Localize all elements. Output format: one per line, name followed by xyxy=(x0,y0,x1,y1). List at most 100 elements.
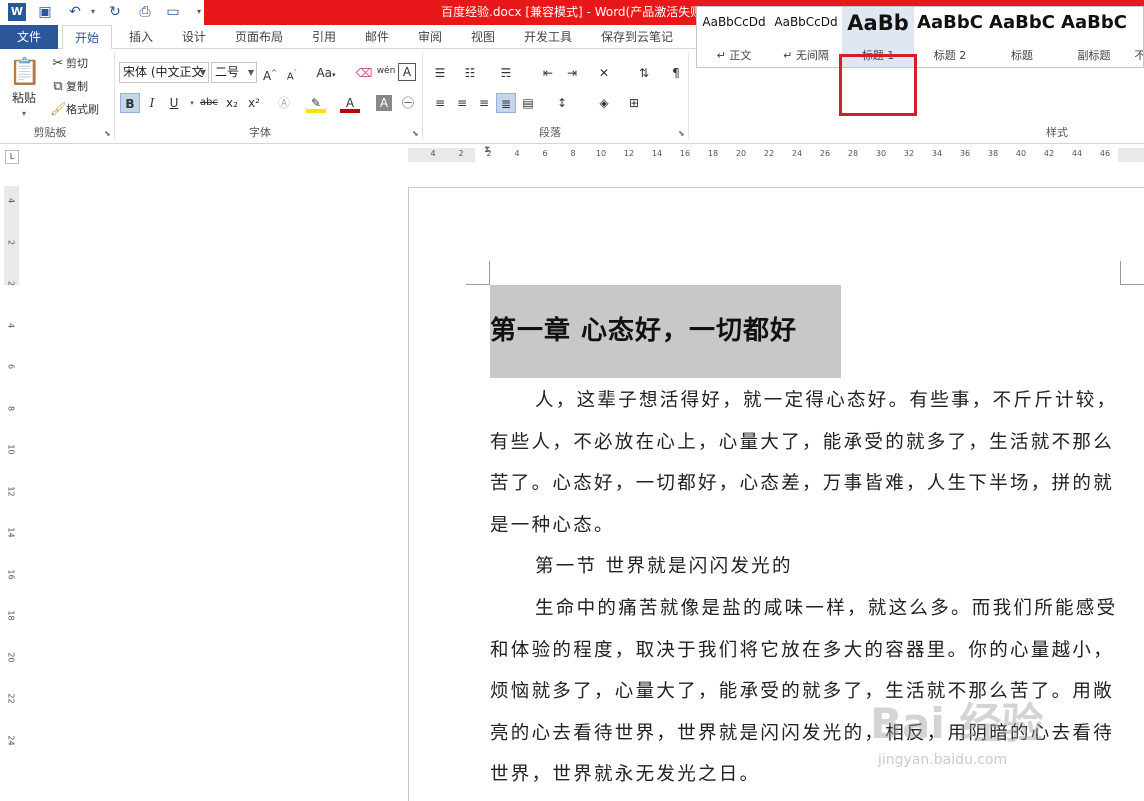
font-size-value: 二号 xyxy=(215,65,240,79)
ruler-tick-label: 20 xyxy=(735,149,747,158)
font-size-combo[interactable]: 二号 ▼ xyxy=(211,62,257,83)
highlight-color-icon[interactable]: ✎ xyxy=(306,93,326,113)
bullets-icon[interactable]: ☰ xyxy=(430,63,450,83)
tab-selector-icon[interactable]: L xyxy=(5,150,19,164)
tab-file[interactable]: 文件 xyxy=(0,25,58,49)
style-name: ↵ 正文 xyxy=(716,49,752,62)
font-group-label: 字体 xyxy=(249,126,271,139)
undo-icon[interactable]: ↶ xyxy=(66,3,84,21)
save-icon[interactable]: ▣ xyxy=(36,3,54,21)
increase-indent-icon[interactable]: ⇥ xyxy=(562,63,582,83)
paragraph-launcher-icon[interactable]: ⬊ xyxy=(678,129,685,138)
format-painter-button[interactable]: 🖌格式刷 xyxy=(50,101,99,119)
cut-button[interactable]: ✂ 剪切 xyxy=(50,55,88,73)
numbering-icon[interactable]: ☷ xyxy=(460,63,480,83)
chinese-layout-icon[interactable]: ✕ xyxy=(594,63,614,83)
style-more[interactable]: 不 xyxy=(1130,7,1144,67)
ruler-tick-label: 30 xyxy=(875,149,887,158)
ruler-tick-label: 18 xyxy=(6,610,16,621)
tab-page-layout[interactable]: 页面布局 xyxy=(228,25,290,49)
text-effects-icon[interactable]: Ⓐ xyxy=(274,93,294,113)
justify-icon[interactable]: ≣ xyxy=(496,93,516,113)
borders-icon[interactable]: ⊞ xyxy=(624,93,644,113)
sort-icon[interactable]: ⇅ xyxy=(634,63,654,83)
clear-formatting-icon[interactable]: ⌫ xyxy=(354,63,374,83)
cut-label: 剪切 xyxy=(66,57,88,70)
tab-home[interactable]: 开始 xyxy=(62,25,112,50)
line-spacing-icon[interactable]: ↕ xyxy=(552,93,572,113)
style-name-text: 标题 2 xyxy=(933,49,967,62)
body-paragraph[interactable]: 人，这辈子想活得好，就一定得心态好。有些事，不斤斤计较，有些人，不必放在心上，心… xyxy=(490,380,1120,546)
ruler-tick-label: 12 xyxy=(623,149,635,158)
print-preview-icon[interactable]: ⎙ xyxy=(136,3,154,21)
show-marks-icon[interactable]: ¶ xyxy=(666,63,686,83)
shading-icon[interactable]: ◈ xyxy=(594,93,614,113)
bold-button[interactable]: B xyxy=(120,93,140,113)
chevron-down-icon: ▼ xyxy=(199,68,206,77)
ruler-tick-label: 20 xyxy=(6,651,16,663)
italic-button[interactable]: I xyxy=(142,93,162,113)
change-case-label: Aa xyxy=(316,66,333,80)
tab-insert[interactable]: 插入 xyxy=(122,25,160,49)
paste-icon[interactable]: 📋 xyxy=(8,55,42,89)
tab-developer[interactable]: 开发工具 xyxy=(517,25,579,49)
indent-marker-icon[interactable]: ⧗ xyxy=(484,145,490,155)
chapter-heading[interactable]: 第一章 心态好，一切都好 xyxy=(490,310,841,347)
section-heading[interactable]: 第一节 世界就是闪闪发光的 xyxy=(490,546,1120,588)
ruler-tick-label: 4 xyxy=(514,149,520,158)
style-title[interactable]: AaBbC 标题 xyxy=(986,7,1058,67)
ruler-tick-label: 6 xyxy=(6,363,16,370)
undo-dropdown-icon[interactable]: ▾ xyxy=(84,3,102,21)
tab-review[interactable]: 审阅 xyxy=(411,25,449,49)
new-document-icon[interactable]: ▭ xyxy=(164,3,182,21)
superscript-button[interactable]: x² xyxy=(244,93,264,113)
style-name-text: 无间隔 xyxy=(795,49,829,62)
word-logo-icon: W xyxy=(8,3,26,21)
style-name-text: 正文 xyxy=(729,49,752,62)
ruler-tick-label: 44 xyxy=(1071,149,1083,158)
tab-references[interactable]: 引用 xyxy=(305,25,343,49)
distributed-icon[interactable]: ▤ xyxy=(518,93,538,113)
align-center-icon[interactable]: ≡ xyxy=(452,93,472,113)
ruler-tick-label: 8 xyxy=(6,405,16,411)
style-normal[interactable]: AaBbCcDd ↵ 正文 xyxy=(698,7,770,67)
tab-cloud-notes[interactable]: 保存到云笔记 xyxy=(594,25,680,49)
font-name-combo[interactable]: 宋体 (中文正文 ▼ xyxy=(119,62,209,83)
phonetic-guide-icon[interactable]: wén xyxy=(376,61,396,81)
strikethrough-button[interactable]: abc xyxy=(198,93,220,113)
copy-button[interactable]: ⧉ 复制 xyxy=(50,78,88,96)
decrease-indent-icon[interactable]: ⇤ xyxy=(538,63,558,83)
character-border-icon[interactable]: A xyxy=(398,63,416,81)
redo-icon[interactable]: ↻ xyxy=(106,3,124,21)
ruler-tick-label: 10 xyxy=(595,149,607,158)
align-right-icon[interactable]: ≡ xyxy=(474,93,494,113)
ruler-tick-label: 14 xyxy=(6,527,16,538)
character-shading-icon[interactable]: A xyxy=(376,95,392,111)
ruler-tick-label: 26 xyxy=(819,149,831,158)
ruler-tick-label: 4 xyxy=(6,197,16,204)
style-heading-2[interactable]: AaBbC 标题 2 xyxy=(914,7,986,67)
underline-button[interactable]: U xyxy=(164,93,184,113)
style-name-text: 不 xyxy=(1130,47,1144,63)
grow-font-icon[interactable]: A^ xyxy=(260,63,280,83)
ruler-tick-label: 22 xyxy=(6,693,16,704)
tab-view[interactable]: 视图 xyxy=(464,25,502,49)
font-color-icon[interactable]: A xyxy=(340,93,360,113)
tab-design[interactable]: 设计 xyxy=(175,25,213,49)
enclose-characters-icon[interactable]: ㊀ xyxy=(398,93,418,113)
subscript-button[interactable]: x₂ xyxy=(222,93,242,113)
style-subtitle[interactable]: AaBbC 副标题 xyxy=(1058,7,1130,67)
align-left-icon[interactable]: ≡ xyxy=(430,93,450,113)
clipboard-launcher-icon[interactable]: ⬊ xyxy=(104,129,111,138)
paste-dropdown-icon[interactable]: ▾ xyxy=(22,105,26,123)
shrink-font-icon[interactable]: Aˇ xyxy=(282,63,302,83)
tab-mailings[interactable]: 邮件 xyxy=(358,25,396,49)
ruler-tick-label: 4 xyxy=(430,149,436,158)
change-case-button[interactable]: Aa▾ xyxy=(312,63,340,83)
ruler-tick-label: 4 xyxy=(6,322,16,328)
style-no-spacing[interactable]: AaBbCcDd ↵ 无间隔 xyxy=(770,7,842,67)
ruler-tick-label: 12 xyxy=(6,485,16,497)
font-launcher-icon[interactable]: ⬊ xyxy=(412,129,419,138)
multilevel-list-icon[interactable]: ☴ xyxy=(496,63,516,83)
ruler-tick-label: 2 xyxy=(458,149,464,158)
